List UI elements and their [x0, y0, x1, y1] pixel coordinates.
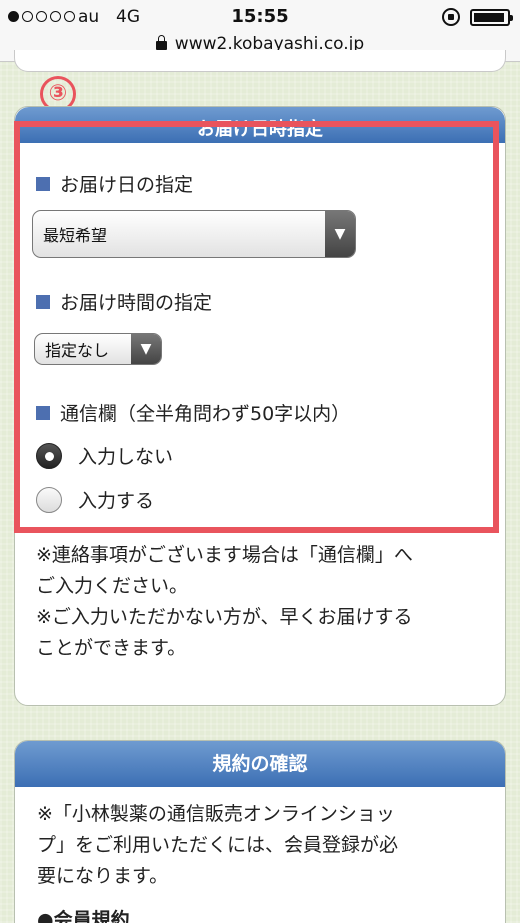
radio-option-input[interactable]: 入力する [36, 486, 154, 513]
square-bullet-icon [36, 176, 50, 191]
status-bar: au 4G 15:55 [0, 0, 520, 34]
delivery-time-select[interactable]: 指定なし ▼ [34, 333, 162, 365]
radio-button-unchecked[interactable] [36, 486, 62, 513]
terms-card-header: 規約の確認 [15, 741, 505, 787]
previous-card [14, 50, 506, 72]
dropdown-arrow-icon: ▼ [131, 334, 161, 364]
delivery-time-select-value: 指定なし [45, 341, 110, 360]
square-bullet-icon [36, 405, 50, 420]
message-field-label: 通信欄（全半角問わず50字以内） [36, 399, 350, 426]
terms-text: ※「小林製薬の通信販売オンラインショッ プ」をご利用いただくには、会員登録が必 … [37, 803, 399, 887]
radio-option-no-input[interactable]: 入力しない [36, 442, 173, 469]
square-bullet-icon [36, 294, 50, 309]
rotation-lock-icon [442, 8, 460, 26]
delivery-date-label: お届け日の指定 [36, 170, 193, 197]
delivery-time-label: お届け時間の指定 [36, 288, 212, 315]
member-terms-heading: ●会員規約 [37, 909, 130, 923]
battery-icon [470, 9, 513, 26]
radio-label: 入力しない [78, 446, 174, 468]
terms-card: 規約の確認 ※「小林製薬の通信販売オンラインショッ プ」をご利用いただくには、会… [14, 740, 506, 923]
delivery-note: ※連絡事項がございます場合は「通信欄」へ ご入力ください。 ※ご入力いただかない… [36, 544, 413, 659]
radio-label: 入力する [78, 490, 155, 512]
radio-button-checked[interactable] [36, 442, 62, 469]
delivery-date-select-value: 最短希望 [43, 226, 108, 245]
dropdown-arrow-icon: ▼ [325, 211, 355, 257]
delivery-date-select[interactable]: 最短希望 ▼ [32, 210, 356, 258]
delivery-card-header: お届け日時指定 [15, 107, 505, 143]
padlock-icon [155, 35, 167, 50]
